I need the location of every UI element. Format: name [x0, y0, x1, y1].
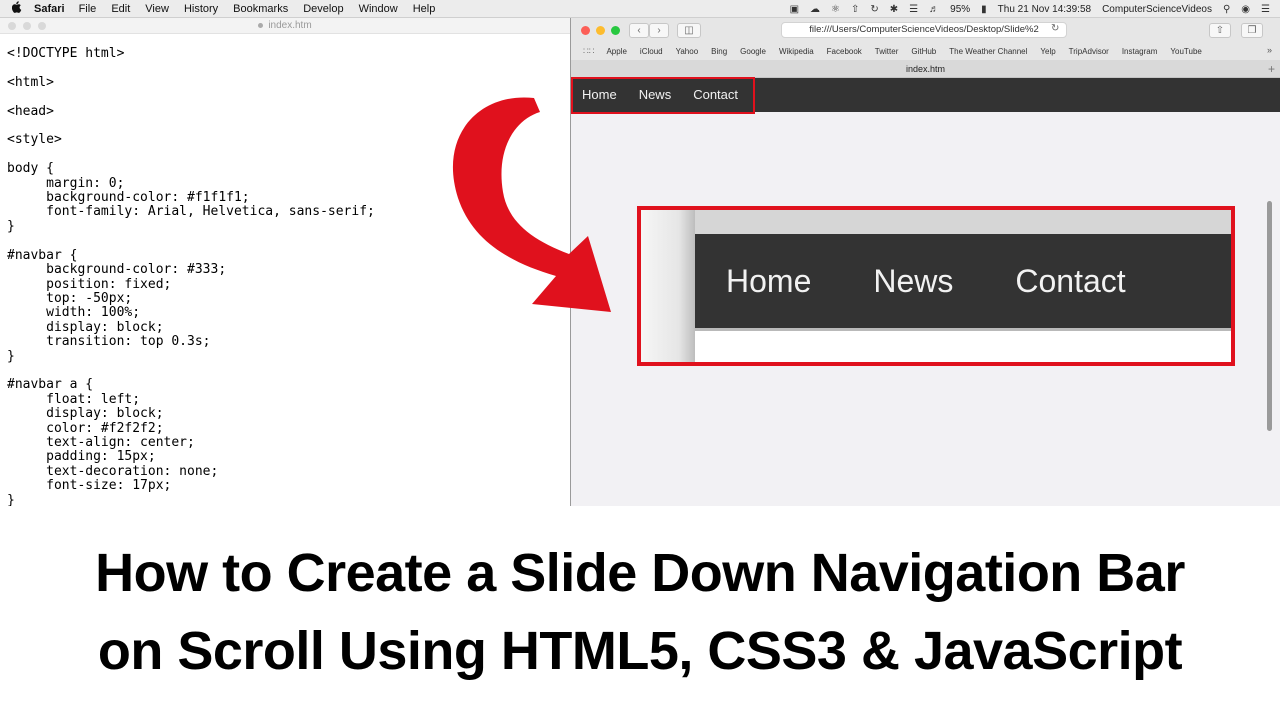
screen-record-icon[interactable]: ▣ — [790, 4, 799, 15]
siri-icon[interactable]: ◉ — [1241, 4, 1250, 15]
bookmark-item[interactable]: YouTube — [1170, 47, 1201, 56]
safari-toolbar: ‹ › ◫ file:///Users/ComputerScienceVideo… — [571, 18, 1280, 42]
bookmark-item[interactable]: iCloud — [640, 47, 663, 56]
inset-page-area — [695, 328, 1231, 362]
zoomed-nav-link-home: Home — [726, 262, 812, 299]
bookmark-item[interactable]: Bing — [711, 47, 727, 56]
bookmark-item[interactable]: The Weather Channel — [949, 47, 1027, 56]
bookmark-item[interactable]: GitHub — [911, 47, 936, 56]
zoomed-navbar: Home News Contact — [695, 234, 1231, 328]
video-caption: How to Create a Slide Down Navigation Ba… — [0, 506, 1280, 720]
caption-line-1: How to Create a Slide Down Navigation Ba… — [95, 543, 1185, 603]
accessibility-icon[interactable]: ⚛ — [831, 4, 840, 15]
battery-icon[interactable]: ▮ — [981, 4, 987, 15]
navbar-highlight-box — [571, 77, 755, 114]
battery-percent[interactable]: 95% — [950, 4, 970, 15]
spotlight-icon[interactable]: ⚲ — [1223, 4, 1230, 15]
zoomed-nav-link-news: News — [873, 262, 954, 299]
safari-tab-bar: index.htm + — [571, 60, 1280, 78]
reload-icon[interactable]: ↻ — [1051, 23, 1059, 34]
macos-menu-bar: Safari File Edit View History Bookmarks … — [0, 0, 1280, 18]
safari-close-button[interactable] — [581, 26, 590, 35]
address-bar[interactable]: file:///Users/ComputerScienceVideos/Desk… — [781, 22, 1067, 38]
menu-clock[interactable]: Thu 21 Nov 14:39:58 — [998, 4, 1091, 15]
safari-zoom-button[interactable] — [611, 26, 620, 35]
menu-user[interactable]: ComputerScienceVideos — [1102, 4, 1212, 15]
bookmarks-overflow-icon[interactable]: » — [1267, 45, 1272, 55]
menu-edit[interactable]: Edit — [111, 3, 130, 15]
code-editor-window: index.htm <!DOCTYPE html> <html> <head> … — [0, 18, 570, 508]
editor-file-title: index.htm — [0, 20, 570, 31]
bookmark-item[interactable]: Apple — [606, 47, 626, 56]
upload-icon[interactable]: ⇧ — [851, 4, 859, 15]
caption-line-2: on Scroll Using HTML5, CSS3 & JavaScript — [97, 621, 1183, 681]
menu-file[interactable]: File — [79, 3, 97, 15]
inset-top-strip — [695, 210, 1231, 234]
apple-icon[interactable] — [0, 1, 34, 16]
menu-bar-status: ▣ ☁ ⚛ ⇧ ↻ ✱ ☰ ♬ 95% ▮ Thu 21 Nov 14:39:5… — [790, 0, 1280, 18]
forward-icon[interactable]: › — [649, 23, 669, 38]
bookmark-item[interactable]: Google — [740, 47, 766, 56]
menu-app-name[interactable]: Safari — [34, 3, 65, 15]
inset-window-edge — [641, 210, 695, 362]
menu-help[interactable]: Help — [413, 3, 436, 15]
bookmark-item[interactable]: Yelp — [1040, 47, 1055, 56]
menu-bookmarks[interactable]: Bookmarks — [233, 3, 288, 15]
screenshot-root: Safari File Edit View History Bookmarks … — [0, 0, 1280, 720]
bluetooth-icon[interactable]: ✱ — [890, 4, 898, 15]
notification-center-icon[interactable]: ☰ — [1261, 4, 1270, 15]
wifi-icon[interactable]: ☰ — [909, 4, 918, 15]
bookmark-item[interactable]: Facebook — [827, 47, 862, 56]
code-text[interactable]: <!DOCTYPE html> <html> <head> <style> bo… — [7, 46, 375, 508]
safari-tab-title[interactable]: index.htm — [906, 64, 945, 74]
editor-file-name: index.htm — [268, 20, 312, 31]
zoomed-nav-link-contact: Contact — [1015, 262, 1126, 299]
new-tab-icon[interactable]: + — [1268, 60, 1275, 78]
editor-title-bar: index.htm — [0, 18, 570, 34]
unsaved-dot-icon — [258, 22, 264, 28]
bookmark-item[interactable]: Twitter — [875, 47, 899, 56]
page-scrollbar[interactable] — [1267, 201, 1272, 431]
tabs-icon[interactable]: ❐ — [1241, 23, 1263, 38]
bookmark-item[interactable]: Yahoo — [676, 47, 699, 56]
bookmark-item[interactable]: Instagram — [1122, 47, 1158, 56]
back-icon[interactable]: ‹ — [629, 23, 649, 38]
zoomed-navbar-inset: Home News Contact — [637, 206, 1235, 366]
menu-view[interactable]: View — [145, 3, 169, 15]
share-icon[interactable]: ⇧ — [1209, 23, 1231, 38]
bookmarks-grid-icon[interactable]: ∷∷ — [583, 46, 594, 57]
menu-window[interactable]: Window — [359, 3, 398, 15]
bookmark-item[interactable]: Wikipedia — [779, 47, 814, 56]
menu-develop[interactable]: Develop — [303, 3, 343, 15]
cloud-icon[interactable]: ☁ — [810, 4, 820, 15]
volume-icon[interactable]: ♬ — [929, 4, 939, 15]
bookmarks-bar: ∷∷ Apple iCloud Yahoo Bing Google Wikipe… — [571, 42, 1280, 60]
safari-minimize-button[interactable] — [596, 26, 605, 35]
sidebar-icon[interactable]: ◫ — [677, 23, 701, 38]
menu-history[interactable]: History — [184, 3, 218, 15]
bookmark-item[interactable]: TripAdvisor — [1069, 47, 1109, 56]
time-machine-icon[interactable]: ↻ — [870, 4, 878, 15]
